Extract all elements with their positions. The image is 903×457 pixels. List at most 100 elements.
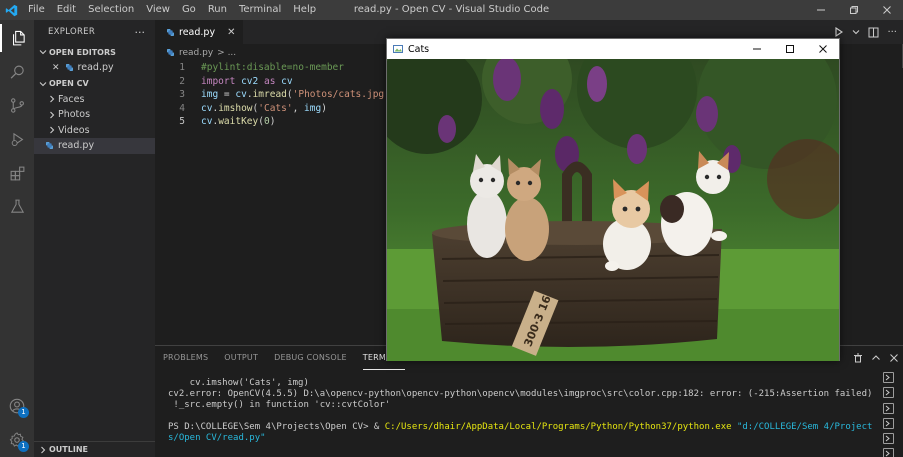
tree-folder-label: Faces — [58, 93, 85, 105]
chevron-right-icon — [37, 446, 49, 454]
cats-window-titlebar[interactable]: Cats — [387, 39, 839, 59]
chevron-right-icon — [46, 126, 58, 134]
menu-go[interactable]: Go — [176, 0, 202, 20]
cats-image-window[interactable]: Cats 300·3 16 — [386, 38, 840, 361]
tab-debug-console[interactable]: DEBUG CONSOLE — [274, 346, 347, 370]
tab-read-py[interactable]: read.py ✕ — [155, 20, 244, 44]
python-file-icon — [46, 142, 53, 150]
split-editor-icon[interactable] — [868, 27, 879, 38]
testing-icon[interactable] — [0, 192, 34, 220]
tree-folder-photos[interactable]: Photos — [34, 107, 155, 123]
sidebar-title: EXPLORER — [48, 27, 96, 37]
breadcrumb-file[interactable]: read.py — [179, 48, 213, 58]
open-editor-item-read-py[interactable]: ✕ read.py — [34, 60, 155, 76]
terminal-line: !_src.empty() in function 'cv::cvtColor' — [168, 400, 391, 410]
restore-icon — [849, 6, 858, 14]
terminal-instance-icon[interactable] — [883, 402, 894, 414]
menu-bar: File Edit Selection View Go Run Terminal… — [22, 0, 322, 20]
minimize-icon — [752, 48, 761, 50]
breadcrumb-rest[interactable]: > ... — [217, 48, 236, 58]
settings-gear-icon[interactable]: 1 — [0, 426, 34, 454]
run-dropdown-icon[interactable] — [852, 28, 860, 36]
menu-terminal[interactable]: Terminal — [233, 0, 287, 20]
prompt-ps: PS D:\COLLEGE\Sem 4\Projects\Open CV> — [168, 422, 374, 432]
cats-maximize-button[interactable] — [773, 39, 806, 59]
maximize-icon — [785, 45, 794, 53]
close-panel-icon[interactable] — [889, 353, 899, 363]
more-editor-actions-icon[interactable]: ··· — [887, 27, 897, 38]
close-window-button[interactable] — [870, 0, 903, 20]
code-text: import cv2 as cv — [201, 75, 293, 87]
tree-file-read-py[interactable]: read.py — [34, 138, 155, 154]
prompt-amp: & — [373, 422, 385, 432]
outline-section-header[interactable]: OUTLINE — [34, 441, 155, 457]
tree-folder-faces[interactable]: Faces — [34, 92, 155, 108]
cats-in-basket-photo: 300·3 16 — [387, 59, 839, 361]
editor-actions: ··· — [834, 20, 903, 44]
account-icon[interactable]: 1 — [0, 392, 34, 420]
menu-run[interactable]: Run — [202, 0, 233, 20]
tab-label: read.py — [179, 26, 216, 38]
line-number: 1 — [179, 62, 185, 74]
prompt-arg: "d:/COLLEGE/Sem 4/Project — [731, 422, 873, 432]
python-file-icon — [167, 28, 174, 36]
trash-icon[interactable] — [853, 353, 863, 363]
line-number: 2 — [179, 75, 185, 87]
outline-label: OUTLINE — [49, 445, 88, 454]
restore-button[interactable] — [837, 0, 870, 20]
tab-problems[interactable]: PROBLEMS — [163, 346, 208, 370]
chevron-down-icon — [37, 48, 49, 56]
menu-file[interactable]: File — [22, 0, 51, 20]
prompt-exe: C:/Users/dhair/AppData/Local/Programs/Py… — [384, 422, 732, 432]
maximize-panel-icon[interactable] — [871, 353, 881, 363]
window-controls — [804, 0, 903, 20]
tab-close-icon[interactable]: ✕ — [227, 27, 235, 38]
open-editor-label: read.py — [77, 62, 114, 74]
open-editors-header[interactable]: OPEN EDITORS — [34, 44, 155, 60]
close-icon — [818, 45, 827, 53]
minimize-icon — [816, 9, 825, 11]
explorer-icon[interactable] — [0, 24, 34, 52]
tree-folder-videos[interactable]: Videos — [34, 123, 155, 139]
tree-file-label: read.py — [58, 140, 95, 152]
terminal-instance-icon[interactable] — [883, 372, 894, 383]
search-icon[interactable] — [0, 58, 34, 86]
terminal-instance-icon[interactable] — [883, 433, 894, 445]
close-icon — [882, 6, 891, 14]
code-text: cv.imshow('Cats', img) — [201, 102, 327, 114]
menu-edit[interactable]: Edit — [51, 0, 82, 20]
run-file-icon[interactable] — [834, 27, 844, 37]
bottom-panel: PROBLEMS OUTPUT DEBUG CONSOLE TERMINAL c… — [155, 345, 903, 457]
chevron-down-icon — [37, 80, 49, 88]
terminal-output[interactable]: cv.imshow('Cats', img) cv2.error: OpenCV… — [168, 378, 873, 444]
terminal-instance-icon[interactable] — [883, 417, 894, 429]
folder-header-label: OPEN CV — [49, 79, 89, 88]
run-debug-icon[interactable] — [0, 125, 34, 153]
menu-help[interactable]: Help — [287, 0, 322, 20]
vscode-logo-icon — [0, 0, 22, 20]
terminal-instance-icon[interactable] — [883, 448, 894, 457]
more-actions-button[interactable]: ··· — [135, 26, 146, 39]
account-badge: 1 — [18, 407, 29, 418]
source-control-icon[interactable] — [0, 91, 34, 119]
python-file-icon — [167, 49, 174, 56]
close-editor-icon[interactable]: ✕ — [52, 63, 60, 73]
title-bar: File Edit Selection View Go Run Terminal… — [0, 0, 903, 20]
chevron-right-icon — [46, 95, 58, 103]
terminal-prompt-line: PS D:\COLLEGE\Sem 4\Projects\Open CV> & … — [168, 422, 872, 433]
terminal-line: cv.imshow('Cats', img) — [168, 378, 309, 388]
tree-folder-label: Photos — [58, 109, 91, 121]
tab-output[interactable]: OUTPUT — [224, 346, 258, 370]
cats-minimize-button[interactable] — [740, 39, 773, 59]
terminal-instance-icon[interactable] — [883, 387, 894, 399]
minimize-button[interactable] — [804, 0, 837, 20]
menu-view[interactable]: View — [140, 0, 176, 20]
sidebar-header: EXPLORER ··· — [34, 20, 155, 44]
terminal-line: cv2.error: OpenCV(4.5.5) D:\a\opencv-pyt… — [168, 389, 873, 399]
cats-close-button[interactable] — [806, 39, 839, 59]
extensions-icon[interactable] — [0, 159, 34, 187]
opencv-window-icon — [393, 45, 403, 53]
folder-header-open-cv[interactable]: OPEN CV — [34, 76, 155, 92]
menu-selection[interactable]: Selection — [82, 0, 140, 20]
